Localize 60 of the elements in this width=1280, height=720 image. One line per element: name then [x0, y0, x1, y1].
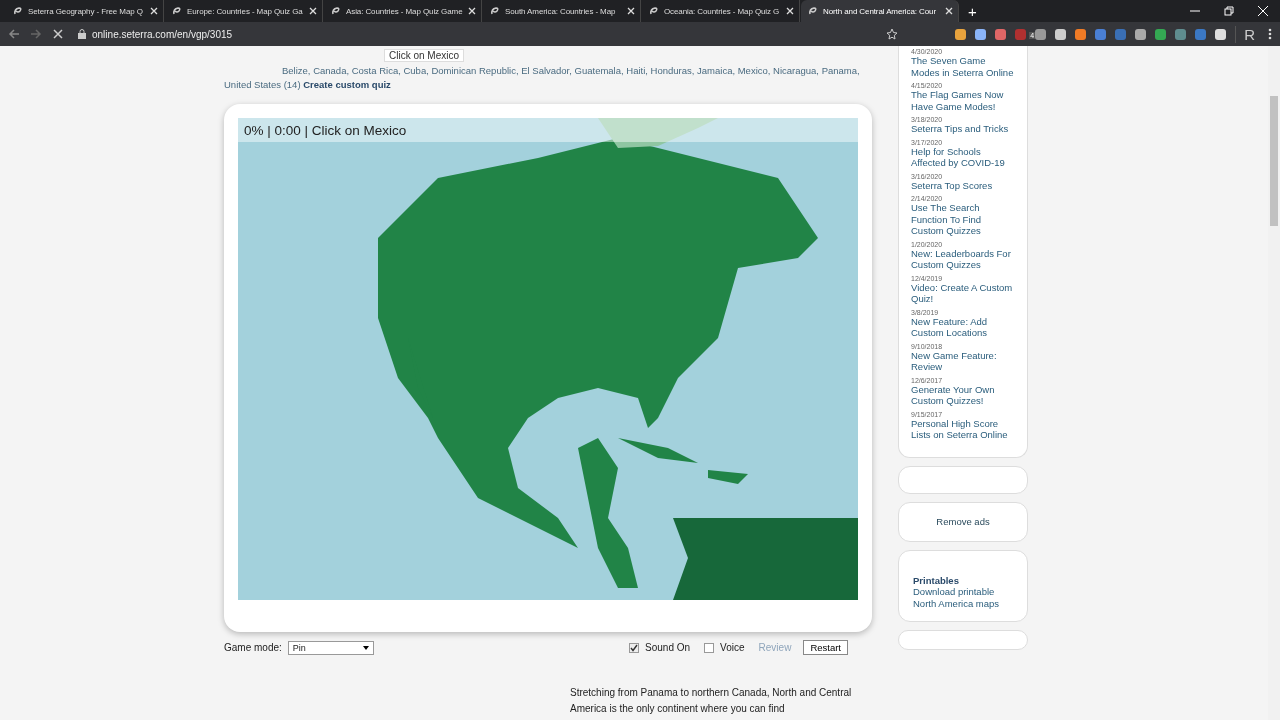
extension-icon[interactable] — [975, 28, 987, 40]
star-icon[interactable] — [886, 28, 898, 40]
checkbox[interactable] — [704, 642, 715, 653]
extension-icon[interactable] — [1055, 28, 1067, 40]
url-text: online.seterra.com/en/vgp/3015 — [92, 28, 233, 40]
swirl-icon — [13, 6, 23, 16]
checkbox-label: Voice — [720, 642, 745, 653]
profile-button[interactable]: R — [1235, 25, 1259, 43]
remove-ads-button[interactable]: Remove ads — [898, 501, 1028, 542]
lock-icon — [78, 29, 86, 39]
printables-title: Printables — [913, 574, 960, 586]
news-link[interactable]: Generate Your Own Custom Quizzes! — [911, 383, 1015, 407]
tooltip: Click on Mexico — [384, 49, 465, 62]
caret-icon — [362, 645, 369, 650]
news-link[interactable]: Use The Search Function To Find Custom Quizzes — [911, 202, 1015, 237]
news-link[interactable]: Video: Create A Custom Quiz! — [911, 281, 1015, 305]
extension-icon[interactable] — [1075, 28, 1087, 40]
news-link[interactable]: New: Leaderboards For Custom Quizzes — [911, 247, 1015, 271]
restore-icon[interactable] — [1224, 6, 1234, 16]
swirl-icon — [331, 6, 341, 16]
restart-button[interactable]: Restart — [803, 640, 848, 655]
news-link[interactable]: Seterra Top Scores — [911, 179, 1015, 191]
news-link[interactable]: Personal High Score Lists on Seterra Online — [911, 417, 1015, 441]
new-tab-button[interactable]: + — [960, 2, 985, 20]
stop-icon[interactable] — [52, 28, 64, 40]
news-link[interactable]: Seterra Tips and Tricks — [911, 123, 1015, 135]
menu-icon[interactable] — [1268, 28, 1272, 40]
extension-icon[interactable] — [955, 28, 967, 40]
news-link[interactable]: New Feature: Add Custom Locations — [911, 315, 1015, 339]
swirl-icon — [649, 6, 659, 16]
news-link[interactable]: The Flag Games Now Have Game Modes! — [911, 89, 1015, 112]
game-mode-label: Game mode: — [224, 642, 282, 653]
close-icon[interactable] — [786, 7, 794, 15]
news-link[interactable]: Help for Schools Affected by COVID-19 — [911, 145, 1015, 169]
extension-icon[interactable] — [995, 28, 1007, 40]
news-link[interactable]: The Seven Game Modes in Seterra Online — [911, 55, 1015, 78]
checkbox[interactable] — [629, 642, 640, 653]
swirl-icon — [172, 6, 182, 16]
swirl-icon — [808, 6, 818, 16]
extension-icon[interactable] — [1035, 28, 1047, 40]
country-list: Belize, Canada, Costa Rica, Cuba, Dominican Republic, El Salvador, Guatemala, Haiti, Honduras, Jamaica, Mexico, Nicaragua, Panama, United States (14) Create custom quiz — [224, 64, 872, 92]
close-icon[interactable] — [309, 7, 317, 15]
extension-icon[interactable] — [1155, 28, 1167, 40]
browser-tab[interactable]: North and Central America: Cour — [801, 0, 959, 22]
close-icon[interactable] — [945, 7, 953, 15]
close-icon[interactable] — [627, 7, 635, 15]
extension-icon[interactable] — [1215, 28, 1227, 40]
address-bar[interactable]: online.seterra.com/en/vgp/3015 — [74, 24, 898, 44]
quiz-status: 0% | 0:00 | Click on Mexico — [244, 123, 407, 138]
close-icon[interactable] — [468, 7, 476, 15]
swirl-icon — [490, 6, 500, 16]
create-quiz-link[interactable]: Create custom quiz — [303, 79, 391, 90]
description-text: Stretching from Panama to northern Canada, North and Central America is the only continent where you can find — [570, 686, 852, 716]
checkbox-label: Sound On — [645, 642, 691, 653]
back-icon[interactable] — [8, 28, 20, 40]
close-icon[interactable] — [150, 7, 158, 15]
extension-icon[interactable] — [1135, 28, 1147, 40]
printables-link[interactable]: Download printable North America maps — [913, 586, 1013, 609]
news-link[interactable]: New Game Feature: Review — [911, 349, 1015, 373]
game-mode-select[interactable]: Pin — [287, 640, 374, 655]
